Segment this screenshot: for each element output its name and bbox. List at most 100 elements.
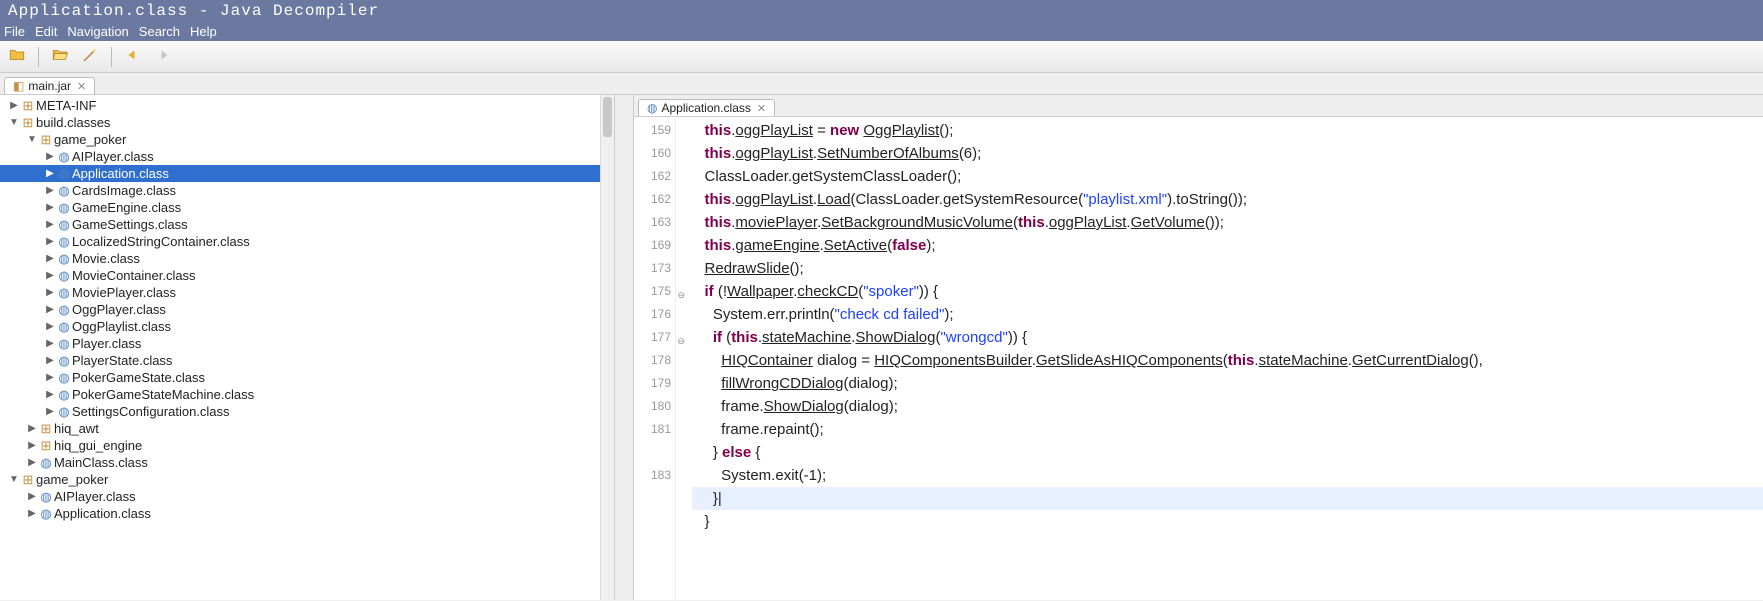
twisty-icon[interactable]: ▶	[44, 185, 56, 196]
code-line[interactable]: if (this.stateMachine.ShowDialog("wrongc…	[692, 326, 1763, 349]
twisty-icon[interactable]: ▶	[44, 304, 56, 315]
twisty-icon[interactable]: ▶	[44, 287, 56, 298]
tree-item-moviecontainer-class[interactable]: ▶◍MovieContainer.class	[0, 267, 614, 284]
twisty-icon[interactable]: ▶	[44, 168, 56, 179]
sidebar-tab[interactable]: ◧ main.jar ✕	[4, 77, 95, 94]
code-line[interactable]: HIQContainer dialog = HIQComponentsBuild…	[692, 349, 1763, 372]
twisty-icon[interactable]: ▶	[26, 440, 38, 451]
code-line[interactable]: } else {	[692, 441, 1763, 464]
code-line[interactable]: this.oggPlayList.SetNumberOfAlbums(6);	[692, 142, 1763, 165]
twisty-icon[interactable]: ▶	[26, 423, 38, 434]
twisty-icon[interactable]: ▶	[44, 202, 56, 213]
menu-help[interactable]: Help	[190, 24, 217, 39]
twisty-icon[interactable]: ▶	[44, 389, 56, 400]
twisty-icon[interactable]: ▶	[8, 100, 20, 111]
tree-item-mainclass-class[interactable]: ▶◍MainClass.class	[0, 454, 614, 471]
tree-item-pokergamestate-class[interactable]: ▶◍PokerGameState.class	[0, 369, 614, 386]
code-line[interactable]: System.err.println("check cd failed");	[692, 303, 1763, 326]
tree-item-oggplaylist-class[interactable]: ▶◍OggPlaylist.class	[0, 318, 614, 335]
separator	[111, 47, 112, 67]
code-line[interactable]: this.oggPlayList.Load(ClassLoader.getSys…	[692, 188, 1763, 211]
splitter[interactable]	[615, 95, 633, 600]
code-line[interactable]: frame.ShowDialog(dialog);	[692, 395, 1763, 418]
twisty-icon[interactable]: ▶	[44, 355, 56, 366]
tree-item-movie-class[interactable]: ▶◍Movie.class	[0, 250, 614, 267]
package-explorer[interactable]: ▶⊞META-INF▼⊞build.classes▼⊞game_poker▶◍A…	[0, 95, 615, 600]
tree-item-aiplayer-class[interactable]: ▶◍AIPlayer.class	[0, 148, 614, 165]
twisty-icon[interactable]: ▶	[44, 372, 56, 383]
tree-item-meta-inf[interactable]: ▶⊞META-INF	[0, 97, 614, 114]
tree-item-movieplayer-class[interactable]: ▶◍MoviePlayer.class	[0, 284, 614, 301]
code-line[interactable]: RedrawSlide();	[692, 257, 1763, 280]
code-line[interactable]: this.moviePlayer.SetBackgroundMusicVolum…	[692, 211, 1763, 234]
tree-item-application-class[interactable]: ▶◍Application.class	[0, 165, 614, 182]
twisty-icon[interactable]: ▼	[8, 474, 20, 485]
tree-label: MoviePlayer.class	[72, 285, 176, 300]
code-area[interactable]: this.oggPlayList = new OggPlaylist(); th…	[676, 117, 1763, 600]
twisty-icon[interactable]: ▶	[26, 457, 38, 468]
menu-navigation[interactable]: Navigation	[67, 24, 128, 39]
source-editor[interactable]: 1591601621621631691731751761771781791801…	[634, 117, 1763, 600]
tree-item-pokergamestatemachine-class[interactable]: ▶◍PokerGameStateMachine.class	[0, 386, 614, 403]
close-icon[interactable]: ✕	[757, 102, 766, 115]
tree-item-aiplayer-class[interactable]: ▶◍AIPlayer.class	[0, 488, 614, 505]
open-icon[interactable]	[8, 46, 26, 67]
forward-icon[interactable]	[154, 46, 172, 67]
tree-item-playerstate-class[interactable]: ▶◍PlayerState.class	[0, 352, 614, 369]
tree-item-build-classes[interactable]: ▼⊞build.classes	[0, 114, 614, 131]
editor-tab[interactable]: ◍ Application.class ✕	[638, 99, 775, 116]
scrollbar-thumb[interactable]	[603, 97, 612, 137]
close-icon[interactable]: ✕	[77, 80, 86, 93]
code-line[interactable]: fillWrongCDDialog(dialog);	[692, 372, 1763, 395]
twisty-icon[interactable]: ▶	[44, 236, 56, 247]
sidebar-tab-label: main.jar	[28, 79, 71, 93]
class-icon: ◍	[56, 166, 72, 182]
tree-label: PokerGameState.class	[72, 370, 205, 385]
code-line[interactable]: }	[692, 510, 1763, 533]
menu-search[interactable]: Search	[139, 24, 180, 39]
class-icon: ◍	[56, 268, 72, 284]
open-folder-icon[interactable]	[51, 46, 69, 67]
twisty-icon[interactable]: ▼	[26, 134, 38, 145]
tree-item-settingsconfiguration-class[interactable]: ▶◍SettingsConfiguration.class	[0, 403, 614, 420]
tree-item-gameengine-class[interactable]: ▶◍GameEngine.class	[0, 199, 614, 216]
line-number: 160	[634, 142, 675, 165]
tree-item-cardsimage-class[interactable]: ▶◍CardsImage.class	[0, 182, 614, 199]
twisty-icon[interactable]: ▶	[44, 270, 56, 281]
twisty-icon[interactable]: ▶	[26, 491, 38, 502]
tree-item-player-class[interactable]: ▶◍Player.class	[0, 335, 614, 352]
menu-edit[interactable]: Edit	[35, 24, 57, 39]
back-icon[interactable]	[124, 46, 142, 67]
twisty-icon[interactable]: ▶	[44, 253, 56, 264]
tree-item-game_poker[interactable]: ▼⊞game_poker	[0, 471, 614, 488]
twisty-icon[interactable]: ▶	[44, 321, 56, 332]
menu-file[interactable]: File	[4, 24, 25, 39]
twisty-icon[interactable]: ▶	[44, 219, 56, 230]
code-line[interactable]: frame.repaint();	[692, 418, 1763, 441]
tree-item-hiq_gui_engine[interactable]: ▶⊞hiq_gui_engine	[0, 437, 614, 454]
wizard-icon[interactable]	[81, 46, 99, 67]
tree-item-application-class[interactable]: ▶◍Application.class	[0, 505, 614, 522]
line-number: 169	[634, 234, 675, 257]
code-line[interactable]: ClassLoader.getSystemClassLoader();	[692, 165, 1763, 188]
tree-item-game_poker[interactable]: ▼⊞game_poker	[0, 131, 614, 148]
twisty-icon[interactable]: ▶	[44, 151, 56, 162]
tree-item-localizedstringcontainer-class[interactable]: ▶◍LocalizedStringContainer.class	[0, 233, 614, 250]
twisty-icon[interactable]: ▶	[44, 406, 56, 417]
tree-label: PlayerState.class	[72, 353, 172, 368]
code-line[interactable]: this.gameEngine.SetActive(false);	[692, 234, 1763, 257]
tree-item-gamesettings-class[interactable]: ▶◍GameSettings.class	[0, 216, 614, 233]
package-icon: ⊞	[20, 472, 36, 488]
code-line[interactable]: System.exit(-1);	[692, 464, 1763, 487]
twisty-icon[interactable]: ▶	[44, 338, 56, 349]
line-number: 159	[634, 119, 675, 142]
tree-item-oggplayer-class[interactable]: ▶◍OggPlayer.class	[0, 301, 614, 318]
tree-item-hiq_awt[interactable]: ▶⊞hiq_awt	[0, 420, 614, 437]
twisty-icon[interactable]: ▶	[26, 508, 38, 519]
code-line[interactable]: }|	[692, 487, 1763, 510]
twisty-icon[interactable]: ▼	[8, 117, 20, 128]
code-line[interactable]: if (!Wallpaper.checkCD("spoker")) {	[692, 280, 1763, 303]
line-number: 163	[634, 211, 675, 234]
code-line[interactable]: this.oggPlayList = new OggPlaylist();	[692, 119, 1763, 142]
scrollbar[interactable]	[600, 95, 614, 600]
